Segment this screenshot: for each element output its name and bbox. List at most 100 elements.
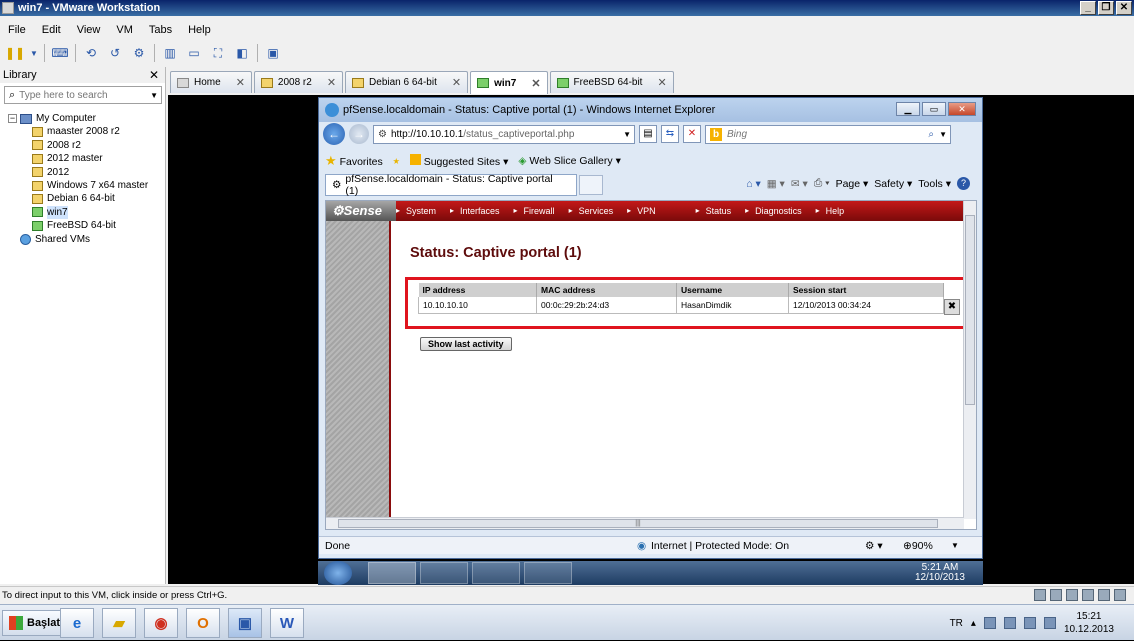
media-player-taskbar-icon[interactable] xyxy=(472,562,520,584)
close-icon[interactable]: ✕ xyxy=(531,77,540,90)
library-search[interactable]: ⌕ ▼ xyxy=(4,86,162,104)
tree-item-vm-selected[interactable]: win7 xyxy=(8,205,163,220)
stop-icon[interactable]: ✕ xyxy=(683,125,701,143)
show-last-activity-button[interactable]: Show last activity xyxy=(420,337,512,351)
favorites-button[interactable]: ★ Favorites xyxy=(325,153,383,169)
revert-snapshot-icon[interactable]: ↺ xyxy=(106,44,124,62)
minimize-button[interactable]: ▁ xyxy=(896,102,920,116)
chevron-down-icon[interactable]: ▼ xyxy=(150,91,158,100)
address-bar[interactable]: ⚙ http://10.10.10.1/status_captiveportal… xyxy=(373,124,635,144)
nav-help[interactable]: Help xyxy=(816,206,859,216)
chevron-down-icon[interactable]: ▼ xyxy=(623,130,631,139)
menu-tabs[interactable]: Tabs xyxy=(141,21,180,39)
message-icon[interactable] xyxy=(1114,589,1126,601)
feeds-icon[interactable]: ▦ ▾ xyxy=(767,178,785,190)
tree-item-vm[interactable]: FreeBSD 64-bit xyxy=(8,219,163,232)
tray-icon[interactable] xyxy=(1003,617,1016,629)
column-header[interactable]: Session start xyxy=(788,283,944,297)
tree-item-vm[interactable]: 2012 xyxy=(8,166,163,179)
close-button[interactable]: ✕ xyxy=(948,102,976,116)
tree-item-vm[interactable]: 2012 master xyxy=(8,152,163,165)
word-icon[interactable]: W xyxy=(270,608,304,638)
tree-item-vm[interactable]: Debian 6 64-bit xyxy=(8,192,163,205)
hdd-icon[interactable] xyxy=(1034,589,1046,601)
unity-icon[interactable]: ◧ xyxy=(233,44,251,62)
column-header[interactable]: IP address xyxy=(418,283,537,297)
network-taskbar-icon[interactable] xyxy=(524,562,572,584)
maximize-button[interactable]: ❐ xyxy=(1098,1,1114,15)
folder-icon[interactable]: ▰ xyxy=(102,608,136,638)
windows-start-icon[interactable] xyxy=(324,561,352,585)
minimize-button[interactable]: _ xyxy=(1080,1,1096,15)
maximize-button[interactable]: ▭ xyxy=(922,102,946,116)
menu-edit[interactable]: Edit xyxy=(34,21,69,39)
security-icon[interactable]: ⚙ ▾ xyxy=(865,540,883,552)
tab-home[interactable]: Home ✕ xyxy=(170,71,252,93)
tab-win7[interactable]: win7 ✕ xyxy=(470,71,548,94)
tree-item-my-computer[interactable]: − My Computer xyxy=(8,112,163,125)
usb-icon[interactable] xyxy=(1082,589,1094,601)
tree-item-shared-vms[interactable]: Shared VMs xyxy=(8,233,163,246)
chrome-icon[interactable]: ◉ xyxy=(144,608,178,638)
host-clock[interactable]: 15:21 10.12.2013 xyxy=(1064,610,1114,636)
zoom-level[interactable]: ⊕90% xyxy=(903,540,933,552)
vertical-scrollbar[interactable] xyxy=(963,201,976,519)
forward-button[interactable]: → xyxy=(349,124,369,144)
cdrom-icon[interactable] xyxy=(1050,589,1062,601)
send-ctrl-alt-del-icon[interactable]: ⌨ xyxy=(51,44,69,62)
chevron-down-icon[interactable]: ▼ xyxy=(30,44,38,62)
outlook-icon[interactable]: O xyxy=(186,608,220,638)
menu-vm[interactable]: VM xyxy=(108,21,141,39)
tools-menu[interactable]: Tools ▾ xyxy=(918,178,951,190)
nav-services[interactable]: Services xyxy=(569,206,628,216)
thumbnail-icon[interactable]: ▣ xyxy=(264,44,282,62)
nav-status[interactable]: Status xyxy=(696,206,746,216)
close-icon[interactable]: ✕ xyxy=(657,76,666,89)
close-icon[interactable]: ✕ xyxy=(327,76,336,89)
nav-system[interactable]: System xyxy=(396,206,450,216)
safety-menu[interactable]: Safety ▾ xyxy=(874,178,912,190)
snapshot-manager-icon[interactable]: ⚙ xyxy=(130,44,148,62)
chevron-down-icon[interactable]: ▼ xyxy=(951,541,959,550)
show-library-icon[interactable]: ▥ xyxy=(161,44,179,62)
back-button[interactable]: ← xyxy=(323,123,345,145)
tab-debian[interactable]: Debian 6 64-bit ✕ xyxy=(345,71,469,93)
pause-icon[interactable]: ❚❚ xyxy=(5,44,25,62)
fullscreen-icon[interactable]: ⛶ xyxy=(209,44,227,62)
tab-2008-r2[interactable]: 2008 r2 ✕ xyxy=(253,71,344,93)
start-button[interactable]: Başlat xyxy=(2,610,68,636)
new-tab-button[interactable] xyxy=(579,175,603,195)
print-icon[interactable]: ⎙ ▾ xyxy=(814,177,830,190)
nav-interfaces[interactable]: Interfaces xyxy=(450,206,514,216)
chevron-up-icon[interactable]: ▴ xyxy=(971,618,976,629)
vmware-icon[interactable]: ▣ xyxy=(228,608,262,638)
search-input[interactable] xyxy=(15,89,136,101)
tree-item-vm[interactable]: 2008 r2 xyxy=(8,139,163,152)
compatibility-view-icon[interactable]: ▤ xyxy=(639,125,657,143)
search-box[interactable]: b Bing ⌕ ▼ xyxy=(705,124,951,144)
web-slice-gallery-button[interactable]: ◈ Web Slice Gallery ▾ xyxy=(518,155,620,167)
network-icon[interactable] xyxy=(1066,589,1078,601)
ie-taskbar-icon[interactable] xyxy=(368,562,416,584)
menu-file[interactable]: File xyxy=(0,21,34,39)
tray-icon[interactable] xyxy=(983,617,996,629)
sound-icon[interactable] xyxy=(1098,589,1110,601)
column-header[interactable]: MAC address xyxy=(536,283,677,297)
home-icon[interactable]: ⌂ ▾ xyxy=(746,178,761,190)
ie-tab-active[interactable]: ⚙ pfSense.localdomain - Status: Captive … xyxy=(325,173,577,197)
guest-clock[interactable]: 5:21 AM 12/10/2013 xyxy=(915,563,965,583)
mail-icon[interactable]: ✉ ▾ xyxy=(791,178,808,190)
search-icon[interactable]: ⌕ xyxy=(928,129,934,140)
close-button[interactable]: ✕ xyxy=(1116,1,1132,15)
nav-vpn[interactable]: VPN xyxy=(627,206,696,216)
add-favorites-icon[interactable]: ⭑ xyxy=(393,153,400,169)
close-icon[interactable]: ✕ xyxy=(236,76,245,89)
refresh-icon[interactable]: ⇆ xyxy=(661,125,679,143)
language-indicator[interactable]: TR xyxy=(950,618,963,629)
snapshot-icon[interactable]: ⟲ xyxy=(82,44,100,62)
nav-firewall[interactable]: Firewall xyxy=(514,206,569,216)
collapse-icon[interactable]: − xyxy=(8,114,17,124)
tree-item-vm[interactable]: maaster 2008 r2 xyxy=(8,125,163,138)
close-icon[interactable]: ✕ xyxy=(149,67,159,83)
disconnect-icon[interactable]: ✖ xyxy=(944,299,960,315)
